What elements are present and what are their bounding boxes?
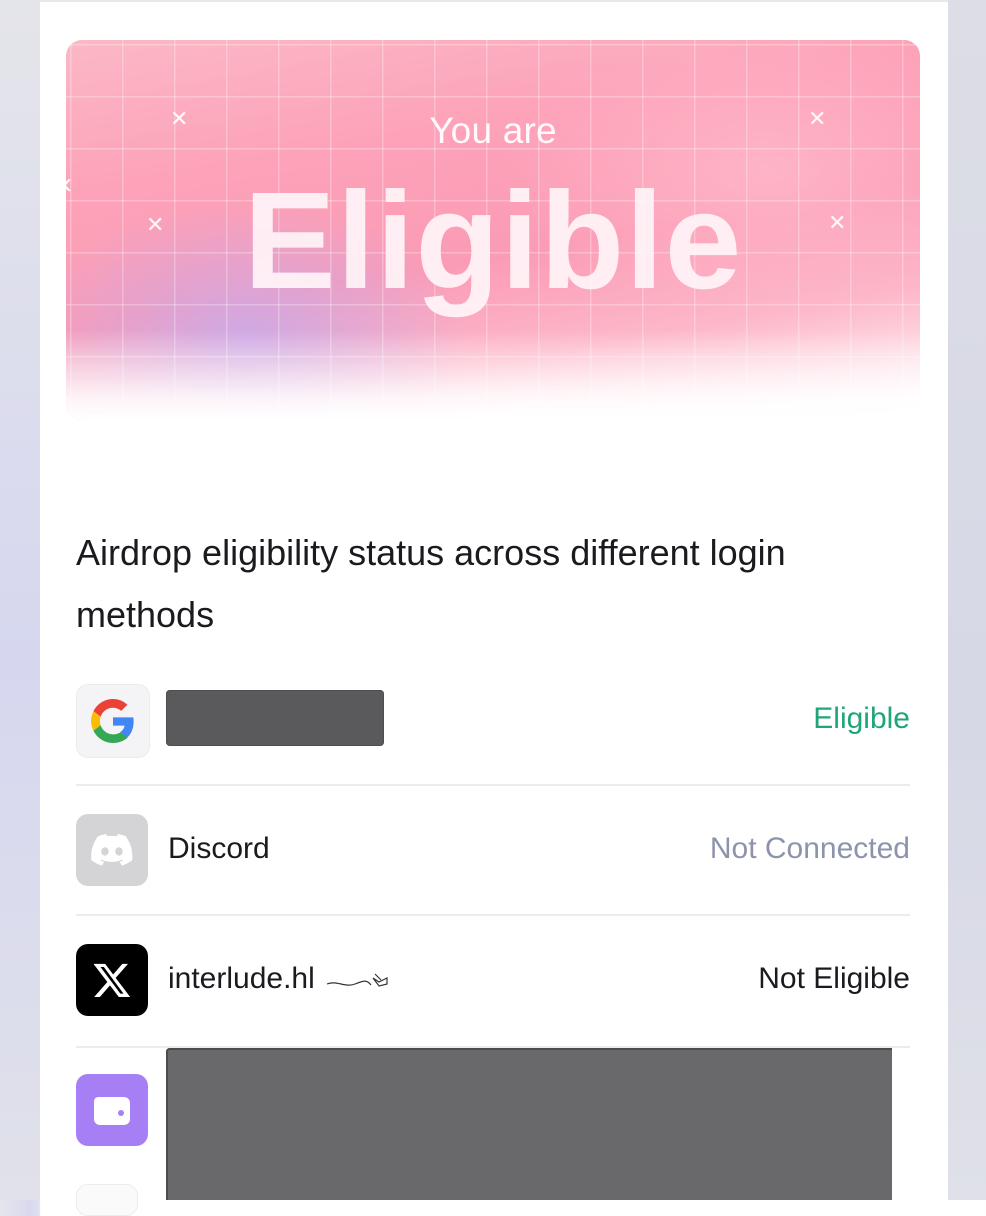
status-label: Not Connected xyxy=(709,832,910,865)
login-method-name: interlude.hl xyxy=(168,962,391,996)
eligibility-banner: ‹ ✕ ✕ ✕ ✕ You are Eligible xyxy=(66,40,920,420)
background-left xyxy=(0,0,40,1200)
redacted-email xyxy=(166,690,384,746)
redacted-block xyxy=(166,1048,892,1200)
login-method-row-x[interactable]: interlude.hl Not Eligible xyxy=(76,940,910,1020)
divider xyxy=(76,784,910,786)
banner-subtitle: You are xyxy=(429,110,557,151)
divider xyxy=(76,914,910,916)
login-method-row-discord[interactable]: Discord Not Connected xyxy=(76,810,910,890)
login-method-row-google[interactable]: Eligible xyxy=(76,680,910,760)
banner-title: Eligible xyxy=(243,164,743,318)
username-text: interlude.hl xyxy=(168,962,315,995)
signature-scribble xyxy=(326,973,388,987)
x-icon xyxy=(76,944,148,1016)
background-right xyxy=(948,0,986,1200)
next-row-icon xyxy=(76,1184,138,1216)
eligibility-card: ‹ ✕ ✕ ✕ ✕ You are Eligible Airdrop eligi… xyxy=(40,0,948,1216)
login-method-name: Discord xyxy=(168,832,270,865)
discord-icon xyxy=(76,814,148,886)
google-icon xyxy=(76,684,150,758)
status-label: Not Eligible xyxy=(758,962,910,995)
status-label: Eligible xyxy=(813,702,910,735)
banner-fade xyxy=(66,330,920,420)
wallet-icon xyxy=(76,1074,148,1146)
page-title: Airdrop eligibility status across differ… xyxy=(76,532,786,635)
